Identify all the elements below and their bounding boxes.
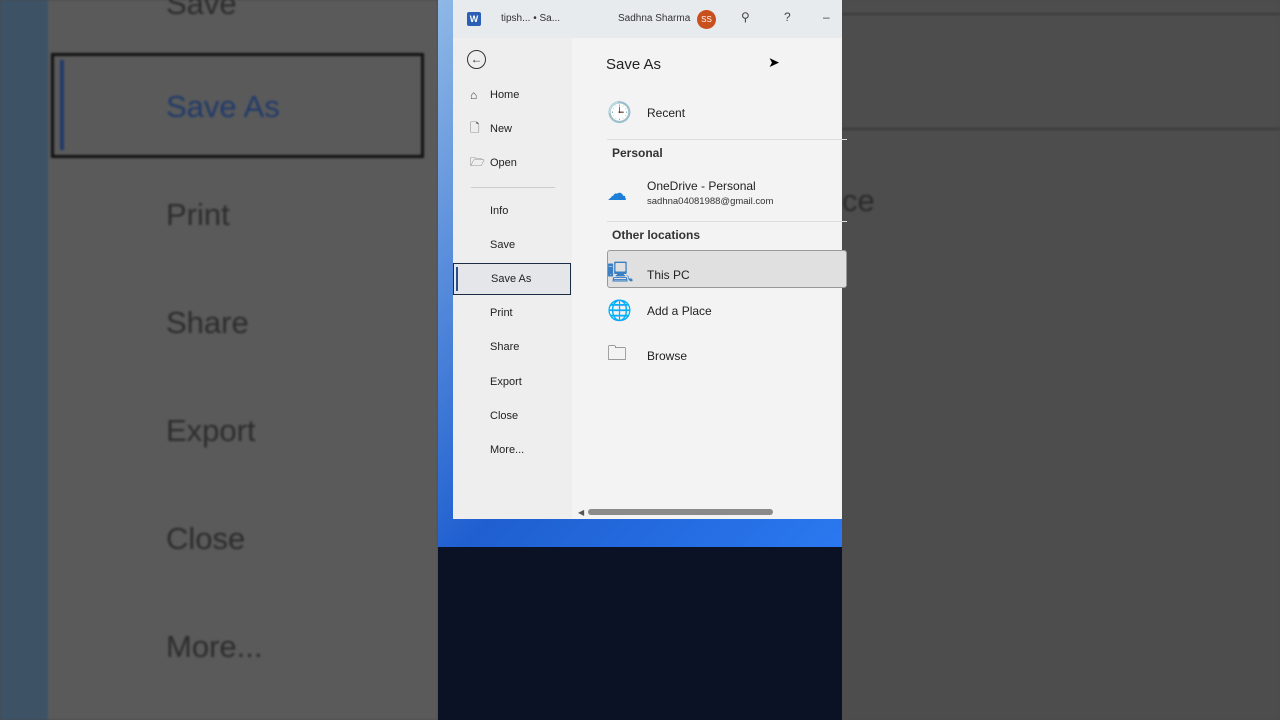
background-zoomed-menu: Save Save As Print Share Export Close Mo… (0, 0, 438, 720)
nav-label: Open (490, 157, 517, 169)
nav-label: Home (490, 89, 520, 101)
nav-print[interactable]: Print (453, 297, 571, 329)
location-label: Recent (647, 105, 686, 120)
new-document-icon: 🗋 (470, 120, 480, 135)
bg-line (842, 128, 1280, 130)
bg-item: More... (166, 629, 263, 664)
account-email: sadhna04081988@gmail.com (647, 196, 774, 207)
feedback-icon[interactable]: ⚲ (741, 10, 750, 24)
location-this-pc[interactable]: 🖳 This PC (607, 258, 847, 292)
backstage-nav: ← ⌂ Home 🗋 New 🗁 Open Info Save Save As Pri… (453, 38, 571, 519)
background-strip (0, 0, 48, 720)
nav-close[interactable]: Close (453, 400, 571, 432)
nav-more[interactable]: More... (453, 434, 571, 466)
nav-info[interactable]: Info (453, 195, 571, 227)
avatar[interactable]: SS (697, 10, 716, 29)
page-title: Save As (606, 56, 662, 73)
nav-export[interactable]: Export (453, 366, 571, 398)
bg-item: Close (166, 521, 246, 556)
bg-item: Share (166, 305, 249, 340)
bg-item: Save (166, 0, 237, 21)
scrollbar-thumb[interactable] (588, 509, 773, 515)
location-onedrive[interactable]: ☁ OneDrive - Personal sadhna04081988@gmail… (607, 179, 847, 207)
location-browse[interactable]: 🗀 Browse (607, 339, 847, 373)
bg-item: Print (166, 197, 230, 232)
help-icon[interactable]: ? (784, 10, 791, 24)
word-icon: W (467, 12, 481, 26)
save-as-pane: Save As 🕒 Recent Personal ☁ OneDrive - Per… (572, 38, 847, 519)
minimize-icon[interactable]: – (823, 10, 830, 24)
nav-save-as[interactable]: Save As (453, 263, 571, 295)
section-personal: Personal (612, 146, 663, 160)
divider (607, 221, 847, 222)
nav-open[interactable]: 🗁 Open (453, 147, 571, 179)
user-name[interactable]: Sadhna Sharma (618, 13, 690, 24)
home-icon: ⌂ (470, 88, 478, 102)
bg-item: Export (166, 413, 256, 448)
nav-share[interactable]: Share (453, 331, 571, 363)
location-label: Browse (647, 349, 688, 363)
title-bar: W tipsh... • Sa... Sadhna Sharma SS ⚲ ? … (453, 0, 842, 38)
background-selection-bar (60, 60, 64, 150)
bg-line (842, 13, 1280, 15)
nav-divider (471, 187, 555, 188)
computer-icon: 🖳 (607, 262, 634, 284)
scroll-left-icon[interactable]: ◀ (578, 508, 584, 517)
back-arrow-icon[interactable]: ← (467, 50, 486, 69)
nav-label: New (490, 123, 513, 135)
location-label: Add a Place (647, 303, 712, 318)
mouse-cursor-icon: ➤ (768, 54, 780, 70)
word-window: W tipsh... • Sa... Sadhna Sharma SS ⚲ ? … (453, 0, 847, 519)
clock-icon: 🕒 (607, 102, 632, 124)
section-other-locations: Other locations (612, 228, 701, 242)
bg-item: Save As (166, 89, 280, 124)
folder-icon: 🗀 (607, 343, 627, 365)
video-frame: W tipsh... • Sa... Sadhna Sharma SS ⚲ ? … (438, 0, 847, 720)
location-recent[interactable]: 🕒 Recent (607, 100, 847, 125)
nav-new[interactable]: 🗋 New (453, 113, 571, 145)
onedrive-cloud-icon: ☁ (607, 182, 627, 205)
folder-open-icon: 🗁 (470, 154, 485, 169)
background-zoomed-right: ce (842, 0, 1280, 720)
location-add-place[interactable]: 🌐 Add a Place (607, 298, 847, 323)
location-label: This PC (647, 268, 690, 282)
nav-save[interactable]: Save (453, 229, 571, 261)
divider (607, 139, 847, 140)
nav-home[interactable]: ⌂ Home (453, 79, 571, 111)
document-title[interactable]: tipsh... • Sa... (501, 13, 560, 24)
globe-add-icon: 🌐 (607, 300, 632, 322)
location-label: OneDrive - Personal (647, 179, 756, 193)
horizontal-scrollbar[interactable]: ◀ (578, 508, 838, 517)
